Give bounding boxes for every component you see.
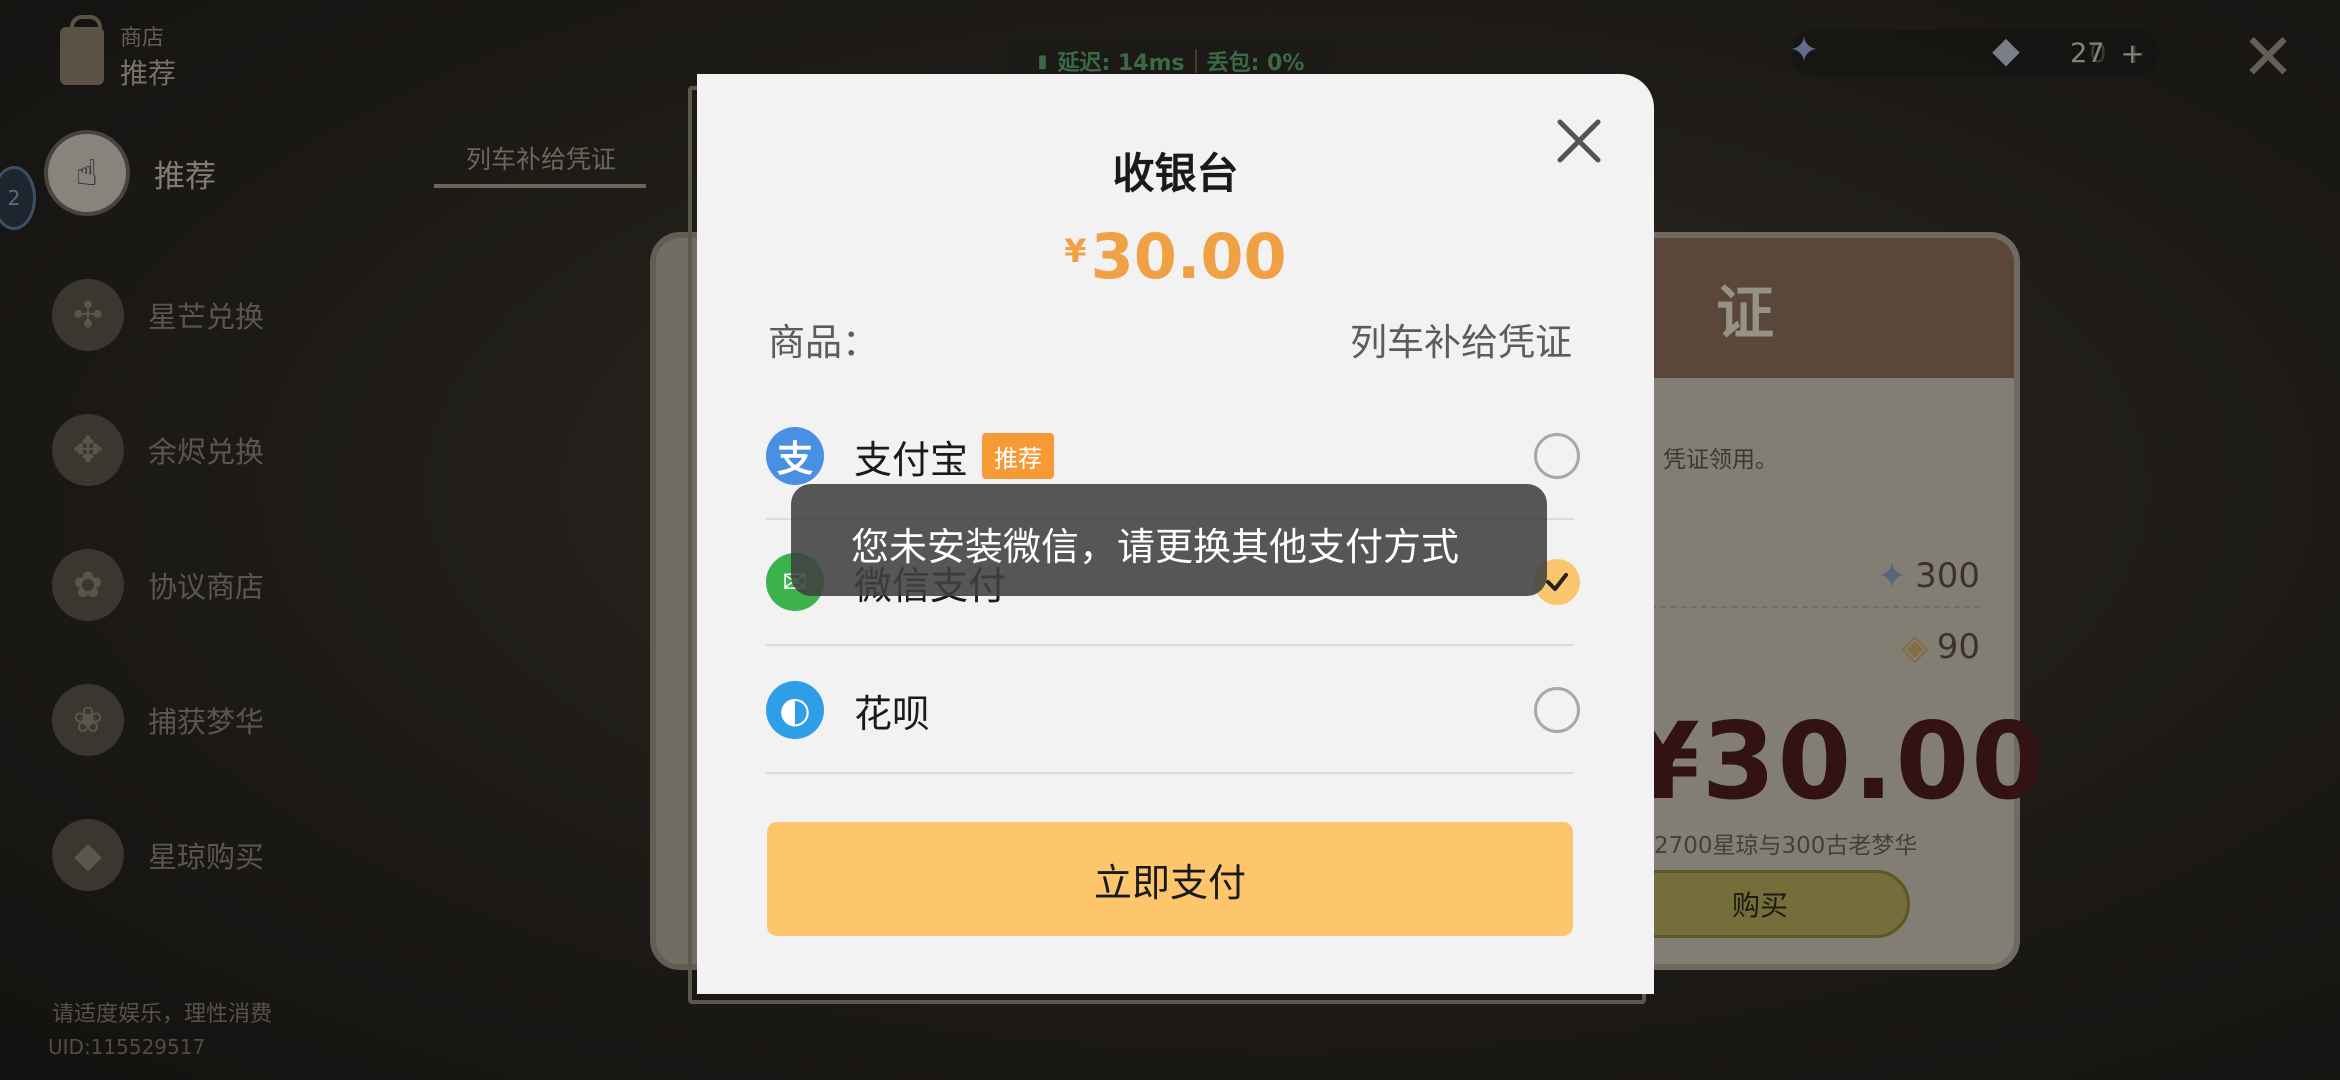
price-value: 30.00 — [1090, 220, 1287, 293]
alipay-icon: 支 — [766, 427, 824, 485]
payment-option-huabei[interactable]: ◐ 花呗 — [766, 648, 1580, 774]
huabei-icon: ◐ — [766, 681, 824, 739]
dialog-price: ¥30.00 — [697, 220, 1654, 293]
dialog-title: 收银台 — [1112, 149, 1239, 198]
payment-radio[interactable] — [1534, 433, 1580, 479]
payment-option-label: 花呗 — [854, 691, 931, 736]
goods-value: 列车补给凭证 — [1350, 321, 1572, 364]
payment-option-label: 支付宝 — [854, 437, 969, 482]
toast-message: 您未安装微信，请更换其他支付方式 — [791, 484, 1547, 596]
payment-radio[interactable] — [1534, 687, 1580, 733]
pay-now-button[interactable]: 立即支付 — [767, 822, 1573, 936]
check-icon — [1546, 573, 1568, 591]
recommend-badge: 推荐 — [982, 433, 1055, 479]
currency-symbol: ¥ — [1064, 232, 1087, 270]
goods-label: 商品： — [768, 321, 879, 364]
